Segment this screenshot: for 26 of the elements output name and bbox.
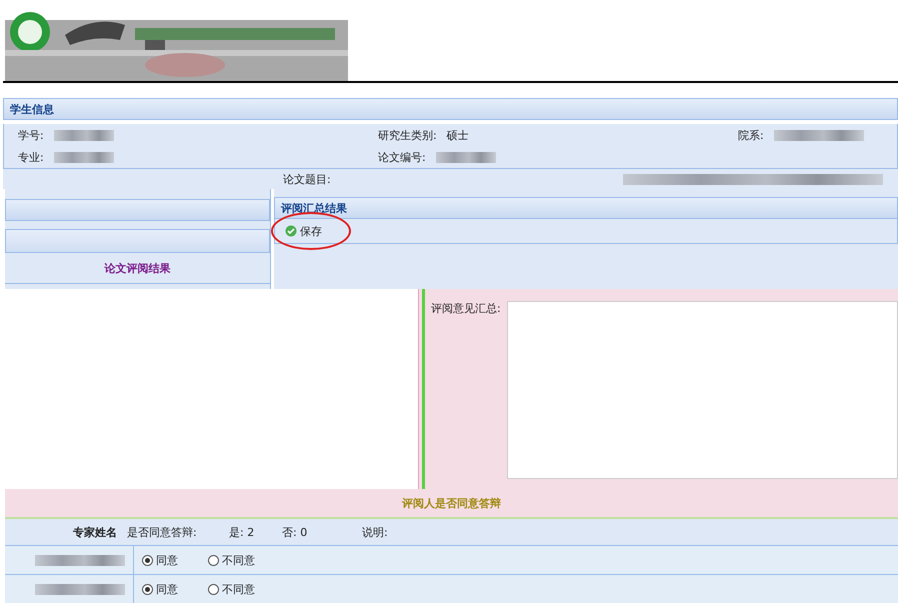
field-label: 研究生类别: bbox=[378, 128, 437, 142]
check-icon bbox=[285, 225, 297, 237]
redacted-value bbox=[54, 152, 114, 163]
redacted-value bbox=[436, 152, 496, 163]
field-label: 论文编号: bbox=[378, 150, 426, 164]
field-label: 院系: bbox=[738, 128, 764, 142]
no-count: 否: 0 bbox=[282, 524, 308, 540]
field-label: 评阅意见汇总: bbox=[431, 301, 502, 317]
field-label: 专业: bbox=[18, 150, 44, 164]
field-label: 论文题目: bbox=[283, 172, 331, 186]
column-header: 说明: bbox=[362, 524, 388, 540]
section-title: 评阅人是否同意答辩 bbox=[5, 489, 898, 517]
column-header: 是否同意答辩: bbox=[127, 524, 198, 540]
section-title: 论文评阅结果 bbox=[5, 253, 270, 284]
yes-count: 是: 2 bbox=[229, 524, 256, 540]
column-header: 专家姓名 bbox=[72, 524, 117, 540]
field-value: 硕士 bbox=[446, 128, 469, 142]
radio-option[interactable]: 同意 bbox=[142, 552, 200, 568]
save-button[interactable]: 保存 bbox=[283, 222, 324, 240]
comment-field[interactable] bbox=[507, 301, 898, 479]
radio-option[interactable]: 同意 bbox=[142, 582, 200, 596]
field-label: 学号: bbox=[18, 128, 44, 142]
redacted-value bbox=[54, 130, 114, 141]
panel-header: 学生信息 bbox=[3, 98, 898, 120]
radio-option[interactable]: 不同意 bbox=[208, 552, 266, 568]
radio-option[interactable]: 不同意 bbox=[208, 582, 266, 596]
